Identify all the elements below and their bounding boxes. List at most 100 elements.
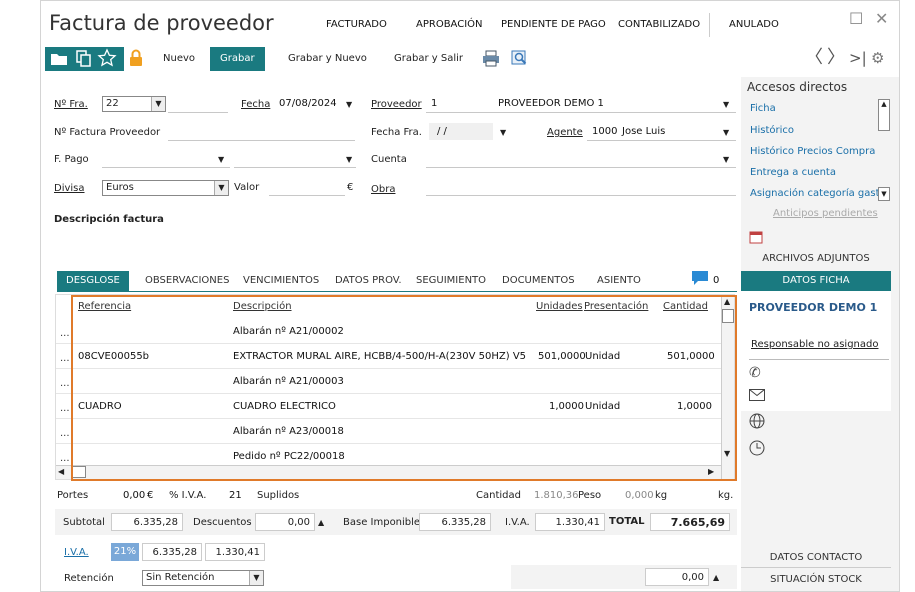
nuevo-button[interactable]: Nuevo xyxy=(163,47,195,71)
tab-documentos[interactable]: DOCUMENTOS xyxy=(493,271,584,291)
calendar-icon[interactable] xyxy=(749,230,763,247)
retencion-amount[interactable]: 0,00 xyxy=(645,568,709,586)
star-icon[interactable] xyxy=(97,48,117,68)
fpago-dropdown-icon[interactable]: ▼ xyxy=(218,155,224,164)
row-menu[interactable]: ... xyxy=(60,378,70,389)
agente-dropdown-icon[interactable]: ▼ xyxy=(723,128,729,137)
next-icon[interactable]: 〉 xyxy=(827,48,847,68)
nfra-value: 22 xyxy=(106,98,119,109)
table-row[interactable]: ... CUADRO CUADRO ELECTRICO 1,0000 Unida… xyxy=(56,394,721,419)
table-row[interactable]: ... Albarán nº A21/00003 xyxy=(56,369,721,394)
tab-asiento[interactable]: ASIENTO xyxy=(588,271,650,291)
col-descripcion[interactable]: Descripción xyxy=(233,301,292,312)
scroll-right-icon[interactable]: ▶ xyxy=(708,467,714,476)
grabar-button[interactable]: Grabar xyxy=(210,47,265,71)
globe-icon[interactable] xyxy=(749,413,765,432)
table-row[interactable]: ... Albarán nº A21/00002 xyxy=(56,319,721,344)
maximize-icon[interactable]: ☐ xyxy=(849,9,863,28)
horizontal-scroll-thumb[interactable] xyxy=(72,466,86,478)
tab-vencimientos[interactable]: VENCIMIENTOS xyxy=(234,271,328,291)
datos-contacto[interactable]: DATOS CONTACTO xyxy=(741,552,891,563)
col-unidades[interactable]: Unidades xyxy=(536,301,583,312)
nav-aprobacion[interactable]: APROBACIÓN xyxy=(416,19,483,30)
agente-name[interactable]: Jose Luis xyxy=(622,126,665,137)
sidebar-scrollbar[interactable]: ▲ xyxy=(878,99,890,131)
proveedor-name[interactable]: PROVEEDOR DEMO 1 xyxy=(498,98,604,109)
vertical-scroll-thumb[interactable] xyxy=(722,309,734,323)
col-cantidad[interactable]: Cantidad xyxy=(663,301,708,312)
col-presentacion[interactable]: Presentación xyxy=(584,301,648,312)
nav-facturado[interactable]: FACTURADO xyxy=(326,19,387,30)
fpago2-dropdown-icon[interactable]: ▼ xyxy=(346,155,352,164)
scroll-down-icon[interactable]: ▼ xyxy=(724,449,730,458)
retencion-up-icon[interactable]: ▲ xyxy=(713,573,719,582)
link-asignacion[interactable]: Asignación categoría gast xyxy=(750,188,880,199)
preview-icon[interactable] xyxy=(509,48,529,68)
descuentos-up-icon[interactable]: ▲ xyxy=(318,518,324,527)
chevron-down-icon[interactable]: ▼ xyxy=(151,97,165,111)
iva-row-amount: 1.330,41 xyxy=(205,543,265,561)
table-row[interactable]: ... 08CVE00055b EXTRACTOR MURAL AIRE, HC… xyxy=(56,344,721,369)
grabar-nuevo-button[interactable]: Grabar y Nuevo xyxy=(288,47,367,71)
row-menu[interactable]: ... xyxy=(60,353,70,364)
cell-ref: CUADRO xyxy=(78,401,122,412)
chevron-down-icon[interactable]: ▼ xyxy=(249,571,263,585)
tab-observaciones[interactable]: OBSERVACIONES xyxy=(136,271,238,291)
tab-seguimiento[interactable]: SEGUIMIENTO xyxy=(407,271,495,291)
row-menu[interactable]: ... xyxy=(60,328,70,339)
divisa-select[interactable]: Euros ▼ xyxy=(102,180,229,196)
fpago-label: F. Pago xyxy=(54,154,89,165)
datos-ficha-header[interactable]: DATOS FICHA xyxy=(741,271,891,291)
nav-contabilizado[interactable]: CONTABILIZADO xyxy=(618,19,700,30)
fecha-value[interactable]: 07/08/2024 xyxy=(279,98,337,109)
iva-pct-value[interactable]: 21 xyxy=(229,490,242,501)
nfra-select[interactable]: 22 ▼ xyxy=(102,96,166,112)
suplidos-label: Suplidos xyxy=(257,490,300,501)
link-ficha[interactable]: Ficha xyxy=(750,103,776,114)
portes-value[interactable]: 0,00 xyxy=(123,490,145,501)
nav-anulado[interactable]: ANULADO xyxy=(729,19,779,30)
fecha-dropdown-icon[interactable]: ▼ xyxy=(346,100,352,109)
cuenta-dropdown-icon[interactable]: ▼ xyxy=(723,155,729,164)
proveedor-dropdown-icon[interactable]: ▼ xyxy=(723,100,729,109)
cantidad-label: Cantidad xyxy=(476,490,521,501)
proveedor-code[interactable]: 1 xyxy=(431,98,437,109)
print-icon[interactable] xyxy=(481,48,501,68)
scroll-up-icon[interactable]: ▲ xyxy=(724,297,730,306)
archivos-adjuntos[interactable]: ARCHIVOS ADJUNTOS xyxy=(741,253,891,264)
folder-icon[interactable] xyxy=(49,48,69,68)
descuentos-value[interactable]: 0,00 xyxy=(255,513,315,531)
phone-icon[interactable]: ✆ xyxy=(749,365,761,381)
fechafra-dropdown-icon[interactable]: ▼ xyxy=(500,128,506,137)
row-menu[interactable]: ... xyxy=(60,428,70,439)
settings-gear-icon[interactable]: ⚙ xyxy=(871,48,891,68)
chevron-down-icon[interactable]: ▼ xyxy=(214,181,228,195)
retencion-select[interactable]: Sin Retención ▼ xyxy=(142,570,264,586)
sidebar-scroll-down-icon[interactable]: ▼ xyxy=(878,187,890,201)
row-menu[interactable]: ... xyxy=(60,403,70,414)
prev-icon[interactable]: 〈 xyxy=(805,48,825,68)
mail-icon[interactable] xyxy=(749,389,765,404)
nav-pendiente-pago[interactable]: PENDIENTE DE PAGO xyxy=(501,19,606,30)
clock-icon[interactable] xyxy=(749,440,765,459)
close-icon[interactable]: ✕ xyxy=(875,9,888,28)
lock-icon[interactable] xyxy=(126,48,146,68)
link-historico[interactable]: Histórico xyxy=(750,125,794,136)
table-row[interactable]: ... Albarán nº A23/00018 xyxy=(56,419,721,444)
last-icon[interactable]: >| xyxy=(849,48,869,68)
agente-code[interactable]: 1000 xyxy=(592,126,617,137)
col-referencia[interactable]: Referencia xyxy=(78,301,131,312)
situacion-stock[interactable]: SITUACIÓN STOCK xyxy=(741,574,891,585)
comment-icon[interactable] xyxy=(691,270,709,289)
scroll-left-icon[interactable]: ◀ xyxy=(58,467,68,477)
row-menu[interactable]: ... xyxy=(60,453,70,464)
responsable-link[interactable]: Responsable no asignado xyxy=(751,339,879,350)
horizontal-scrollbar[interactable] xyxy=(56,465,721,479)
link-historico-precios[interactable]: Histórico Precios Compra xyxy=(750,146,875,157)
link-entrega-cuenta[interactable]: Entrega a cuenta xyxy=(750,167,836,178)
grabar-salir-button[interactable]: Grabar y Salir xyxy=(394,47,463,71)
tab-desglose[interactable]: DESGLOSE xyxy=(57,271,129,291)
copy-icon[interactable] xyxy=(73,48,93,68)
iva-row-label[interactable]: I.V.A. xyxy=(64,547,89,558)
tab-datos-prov[interactable]: DATOS PROV. xyxy=(326,271,411,291)
